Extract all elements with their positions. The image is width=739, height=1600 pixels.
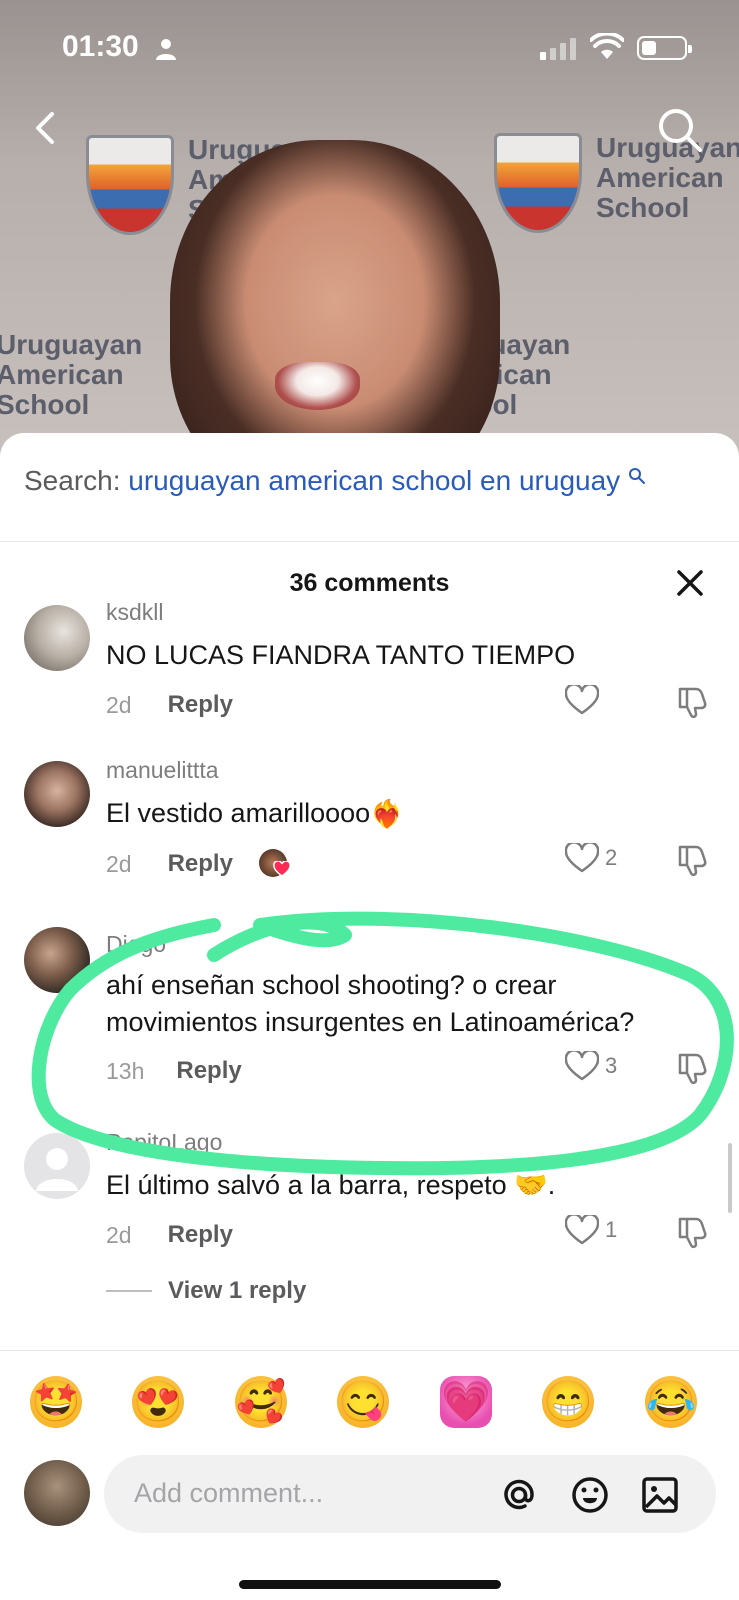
comment-time: 2d [106, 691, 132, 718]
speaker-mouth [275, 362, 360, 410]
comment-text: El último salvó a la barra, respeto 🤝. [106, 1170, 556, 1200]
view-replies-line [106, 1290, 152, 1292]
comment-time: 2d [106, 1221, 132, 1248]
default-avatar-icon [36, 1148, 78, 1191]
status-bar: 01:30 [0, 0, 739, 100]
like-button[interactable] [565, 685, 599, 715]
tears-of-joy-emoji[interactable]: 😂 [645, 1376, 697, 1428]
creator-liked-badge [258, 849, 291, 879]
growing-heart-emoji[interactable]: 💗 [440, 1376, 492, 1428]
reply-button[interactable]: Reply [176, 1057, 241, 1085]
speaker-person [170, 140, 500, 470]
like-button[interactable]: 2 [565, 843, 617, 873]
dislike-icon[interactable] [676, 843, 710, 877]
search-icon[interactable] [656, 106, 704, 154]
star-struck-emoji[interactable]: 🤩 [30, 1376, 82, 1428]
heart-icon [565, 1215, 599, 1245]
comment-meta: 13h Reply [106, 1057, 242, 1085]
like-count: 2 [605, 845, 618, 870]
avatar[interactable] [24, 605, 90, 671]
search-suggestion-query[interactable]: uruguayan american school en uruguay [128, 465, 620, 496]
comment-text: ahí enseñan school shooting? o crear mov… [106, 970, 635, 1037]
search-mini-icon [628, 468, 645, 484]
heart-icon [565, 685, 599, 715]
divider [0, 1350, 739, 1351]
close-icon[interactable] [676, 569, 704, 597]
home-indicator[interactable] [239, 1580, 501, 1589]
school-crest [86, 135, 174, 235]
divider [0, 541, 739, 542]
comment-text: NO LUCAS FIANDRA TANTO TIEMPO [106, 640, 576, 670]
heart-eyes-emoji[interactable]: 😍 [132, 1376, 184, 1428]
search-suggestion-prefix: Search: [24, 465, 121, 496]
add-comment-input[interactable] [134, 1473, 454, 1513]
comment-username[interactable]: ksdkll [106, 603, 164, 626]
image-icon[interactable] [640, 1475, 680, 1515]
person-icon [156, 39, 176, 60]
scrollbar[interactable] [728, 1143, 732, 1213]
school-crest [494, 133, 582, 233]
battery-icon [637, 36, 692, 60]
like-count: 1 [605, 1217, 618, 1242]
reply-button[interactable]: Reply [168, 1221, 233, 1249]
comments-count-title: 36 comments [289, 569, 450, 597]
like-button[interactable]: 3 [565, 1051, 617, 1081]
smiling-hearts-emoji[interactable]: 🥰 [235, 1376, 287, 1428]
comment-text: El vestido amarilloooo❤️‍🔥 [106, 795, 706, 833]
comment-text-body: El vestido amarilloooo [106, 798, 371, 828]
wall-logo: Uruguayan American School [0, 329, 143, 420]
reply-button[interactable]: Reply [168, 850, 233, 878]
emoji-quick-bar: 🤩 😍 🥰 😋 💗 😁 😂 [0, 1376, 739, 1432]
comment-meta: 2d Reply [106, 1221, 233, 1249]
heart-on-fire-emoji: ❤️‍🔥 [370, 799, 404, 830]
comment-meta: 2d Reply [106, 849, 291, 879]
emoji-icon[interactable] [570, 1475, 610, 1515]
avatar[interactable] [24, 927, 90, 993]
status-time: 01:30 [62, 30, 139, 63]
mention-icon[interactable] [499, 1475, 539, 1515]
comment-username[interactable]: manuelittta [106, 757, 219, 784]
avatar[interactable] [24, 1133, 90, 1199]
reply-button[interactable]: Reply [168, 691, 233, 719]
comment-composer [104, 1455, 716, 1533]
heart-icon [565, 843, 599, 873]
wall-logo-text: Uruguayan American School [0, 329, 143, 420]
cellular-signal-icon [540, 36, 576, 60]
grin-emoji[interactable]: 😁 [542, 1376, 594, 1428]
heart-icon [565, 1051, 599, 1081]
comments-list[interactable]: ksdkll NO LUCAS FIANDRA TANTO TIEMPO 2d … [0, 603, 739, 1338]
back-arrow-icon[interactable] [26, 108, 66, 148]
my-avatar[interactable] [24, 1460, 90, 1526]
comment-time: 13h [106, 1057, 145, 1084]
comment-time: 2d [106, 850, 132, 877]
like-count: 3 [605, 1053, 618, 1078]
like-button[interactable]: 1 [565, 1215, 617, 1245]
view-replies-button[interactable]: View 1 reply [106, 1277, 306, 1305]
red-heart-icon [273, 861, 291, 877]
wifi-icon [590, 33, 624, 59]
comment-username[interactable]: Diego [106, 931, 166, 958]
yum-emoji[interactable]: 😋 [337, 1376, 389, 1428]
search-suggestion[interactable]: Search: uruguayan american school en uru… [24, 465, 646, 497]
dislike-icon[interactable] [676, 1051, 710, 1085]
comment-meta: 2d Reply [106, 691, 233, 719]
comment-username[interactable]: PepitoLago [106, 1129, 222, 1156]
dislike-icon[interactable] [676, 685, 710, 719]
dislike-icon[interactable] [676, 1215, 710, 1249]
avatar[interactable] [24, 761, 90, 827]
view-replies-label: View 1 reply [168, 1277, 307, 1304]
